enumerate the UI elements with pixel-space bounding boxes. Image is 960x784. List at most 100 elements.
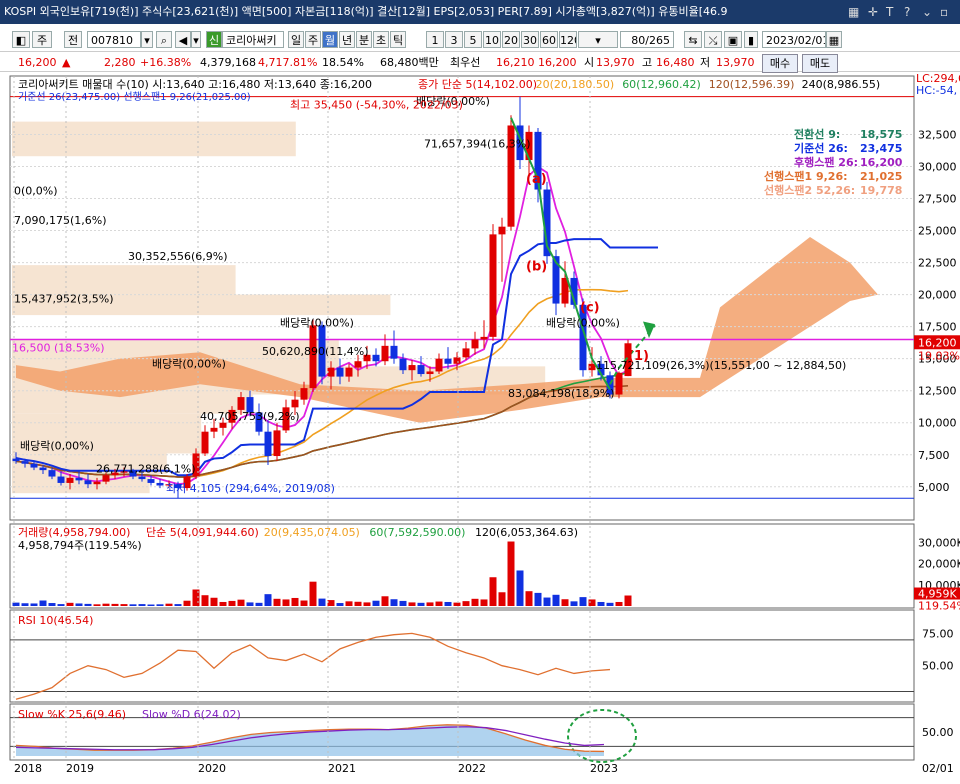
pin-icon[interactable]: ✛ <box>868 0 878 24</box>
volume-y-tick: 20,000K <box>918 558 960 571</box>
stock-chart[interactable]: 32,500 30,000 27,500 25,000 22,500 20,000 17,5… <box>0 72 960 784</box>
ma-legend-item: 20(20,180.50) <box>536 78 615 91</box>
candle <box>327 367 335 377</box>
min-price-label: 최저 4,105 (294,64%, 2019/08) <box>166 482 335 495</box>
volume-bar <box>183 600 191 606</box>
max-price-label: 최고 35,450 (-54,30%, 2022/03) <box>290 99 463 112</box>
volume-legend-item: 단순 5(4,091,944.60) <box>146 526 259 539</box>
y-tick-label: 10,000 <box>918 417 957 430</box>
volume-bar <box>498 592 506 606</box>
count-button-60[interactable]: 60 <box>540 31 558 48</box>
scroll-icon[interactable]: ▮ <box>744 31 758 48</box>
volume-bar <box>381 596 389 606</box>
y-tick-label: 5,000 <box>918 481 950 494</box>
tab-5[interactable]: 초 <box>373 31 389 48</box>
candle <box>21 461 29 464</box>
save-icon[interactable]: ▣ <box>724 31 742 48</box>
buy-button[interactable]: 매수 <box>762 54 798 73</box>
stock-code-input[interactable]: 007810 <box>87 31 141 48</box>
tab-6[interactable]: 틱 <box>390 31 406 48</box>
volume-pct: 4,717.81% <box>258 56 318 69</box>
layout-icon[interactable]: ◧ <box>12 31 30 48</box>
volume-profile-label: 15,437,952(3,5%) <box>14 292 114 305</box>
tab-1[interactable]: 주 <box>305 31 321 48</box>
table-icon[interactable]: ▦ <box>848 0 859 24</box>
volume-bar <box>327 600 335 606</box>
minimize-icon[interactable]: ▫ <box>940 0 948 24</box>
count-select[interactable]: ▾ <box>578 31 618 48</box>
dividend-label: 배당락(0,00%) <box>546 317 620 330</box>
period-select[interactable]: 주 <box>32 31 52 48</box>
volume-bar <box>291 597 299 606</box>
candle <box>381 345 389 362</box>
speaker-dropdown-icon[interactable]: ▾ <box>191 31 201 48</box>
sync-icon[interactable]: ⇆ <box>684 31 702 48</box>
tab-3[interactable]: 년 <box>339 31 355 48</box>
volume-bar <box>300 600 308 606</box>
volume-bar <box>174 604 182 606</box>
candle <box>12 458 20 462</box>
calendar-icon[interactable]: ▦ <box>826 31 842 48</box>
search-icon[interactable]: ⌕ <box>156 31 172 48</box>
candle <box>156 482 164 486</box>
y-tick-label: 17,500 <box>918 321 957 334</box>
tab-2[interactable]: 월 <box>322 31 338 48</box>
right-legend-value: 16,200 <box>860 156 903 169</box>
count-button-30[interactable]: 30 <box>521 31 539 48</box>
credit-button[interactable]: 신 <box>206 31 222 48</box>
right-legend-label: 전환선 9: <box>794 127 840 141</box>
y-tick-label: 12,500 <box>918 385 957 398</box>
candle <box>345 367 353 377</box>
volume-bar <box>165 603 173 606</box>
volume-bar <box>516 570 524 606</box>
rsi-panel-frame <box>9 609 915 703</box>
volume-bar <box>372 600 380 606</box>
candle <box>264 431 272 457</box>
volume-profile-bar <box>12 121 296 157</box>
cross-icon[interactable]: ⤯ <box>704 31 722 48</box>
stock-info-text: KOSPI 외국인보유[719(천)] 주식수[23,621(천)] 액면[50… <box>4 5 728 18</box>
volume-bar <box>12 602 20 606</box>
count-button-10[interactable]: 10 <box>483 31 501 48</box>
count-button-1[interactable]: 1 <box>426 31 444 48</box>
current-price: 16,200 <box>18 56 57 69</box>
tab-4[interactable]: 분 <box>356 31 372 48</box>
high-value: 16,480 <box>656 56 695 69</box>
sell-button[interactable]: 매도 <box>802 54 838 73</box>
volume-profile-label: 0(0,0%) <box>14 185 58 198</box>
volume-bar <box>228 600 236 606</box>
candle <box>93 481 101 485</box>
all-button[interactable]: 전 <box>64 31 82 48</box>
date-input[interactable]: 2023/02/01 <box>762 31 826 48</box>
volume-bar <box>417 602 425 606</box>
y-tick-label: 27,500 <box>918 193 957 206</box>
ma-legend-item: 120(12,596.39) <box>709 78 795 91</box>
candle <box>210 427 218 432</box>
font-icon[interactable]: T <box>886 0 893 24</box>
help-icon[interactable]: ? <box>904 0 910 24</box>
code-dropdown-icon[interactable]: ▾ <box>141 31 153 48</box>
volume-legend-item: 20(9,435,074.05) <box>264 526 360 539</box>
tab-0[interactable]: 일 <box>288 31 304 48</box>
speaker-icon[interactable]: ◀ <box>175 31 191 48</box>
count-button-5[interactable]: 5 <box>464 31 482 48</box>
volume-bar <box>75 603 83 606</box>
count-button-3[interactable]: 3 <box>445 31 463 48</box>
volume-bar <box>102 603 110 606</box>
dropdown-icon[interactable]: ⌄ <box>922 0 932 24</box>
hc-label: HC:-54, <box>916 84 957 97</box>
pref-label: 최우선 <box>450 56 481 69</box>
volume-bar <box>354 601 362 606</box>
volume-legend-item: 120(6,053,364.63) <box>475 526 578 539</box>
count-button-20[interactable]: 20 <box>502 31 520 48</box>
volume-bar <box>156 604 164 606</box>
count-button-120[interactable]: 120 <box>559 31 577 48</box>
volume-bar <box>345 601 353 606</box>
stoch-y-tick: 50.00 <box>922 726 954 739</box>
candle <box>219 422 227 428</box>
volume-bar <box>309 581 317 606</box>
volume-profile-label: 40,705,753(9,2%) <box>200 410 300 423</box>
candle <box>75 477 83 481</box>
range-field[interactable]: 80/265 <box>620 31 674 48</box>
candle <box>66 477 74 483</box>
